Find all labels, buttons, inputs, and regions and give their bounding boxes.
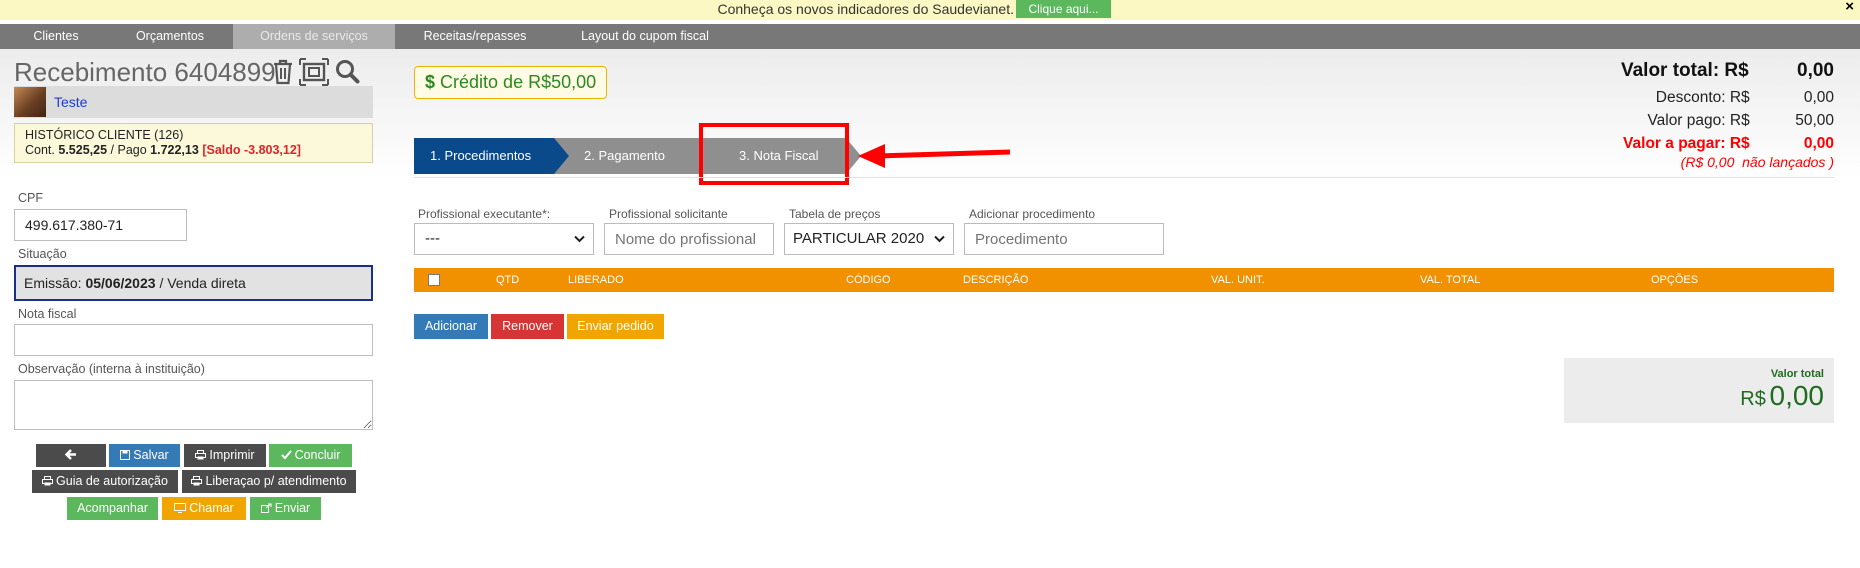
guia-autorizacao-button[interactable]: Guia de autorização bbox=[32, 470, 178, 493]
monitor-icon bbox=[174, 503, 187, 513]
announcement-banner: Conheça os novos indicadores do Saudevia… bbox=[0, 0, 1860, 20]
history-saldo: [Saldo -3.803,12] bbox=[202, 143, 301, 157]
col-val-unit: VAL. UNIT. bbox=[1211, 274, 1265, 286]
tabela-label: Tabela de preços bbox=[789, 207, 881, 221]
desconto-label: Desconto: R$ bbox=[1655, 89, 1750, 106]
totals-panel: Valor total: R$ 0,00 Desconto: R$ 0,00 V… bbox=[1480, 60, 1834, 172]
total-summary-box: Valor total R$ 0,00 bbox=[1564, 358, 1834, 423]
printer-icon bbox=[42, 476, 54, 486]
arrow-left-icon bbox=[64, 449, 76, 460]
observacao-label: Observação (interna à instituição) bbox=[18, 362, 205, 376]
nota-fiscal-input[interactable] bbox=[14, 324, 373, 356]
nav-item-layout-cupom[interactable]: Layout do cupom fiscal bbox=[570, 24, 720, 49]
total-box-value: 0,00 bbox=[1769, 380, 1825, 411]
history-balance: Cont. 5.525,25 / Pago 1.722,13 [Saldo -3… bbox=[25, 143, 301, 157]
printer-icon bbox=[195, 450, 207, 460]
col-opcoes: OPÇÕES bbox=[1651, 274, 1699, 286]
remover-button[interactable]: Remover bbox=[491, 314, 564, 339]
floppy-icon bbox=[120, 450, 131, 460]
highlight-box bbox=[699, 123, 849, 185]
nav-item-orcamentos[interactable]: Orçamentos bbox=[120, 24, 220, 49]
cpf-input[interactable] bbox=[14, 209, 187, 241]
total-box-label: Valor total bbox=[1770, 368, 1824, 380]
chevron-down-icon bbox=[934, 235, 945, 243]
annotation-arrow-icon bbox=[858, 144, 1011, 168]
valor-pagar-label: Valor a pagar: R$ bbox=[1623, 135, 1750, 152]
back-button[interactable] bbox=[36, 444, 106, 467]
history-cont-value: 5.525,25 bbox=[58, 143, 108, 157]
procedures-table-header: QTD LIBERADO CÓDIGO DESCRIÇÃO VAL. UNIT.… bbox=[414, 268, 1834, 292]
banner-cta-button[interactable]: Clique aqui... bbox=[1016, 0, 1111, 18]
nao-lancados-text: (R$ 0,00 não lançados ) bbox=[1680, 154, 1834, 170]
situacao-field[interactable]: Emissão: 05/06/2023 / Venda direta bbox=[14, 265, 373, 301]
printer-icon bbox=[191, 476, 203, 486]
col-qtd: QTD bbox=[496, 274, 520, 286]
history-pago-value: 1.722,13 bbox=[150, 143, 199, 157]
client-bar: Teste bbox=[14, 86, 373, 118]
enviar-button[interactable]: Enviar bbox=[250, 497, 321, 520]
save-button[interactable]: Salvar bbox=[109, 444, 180, 467]
close-icon[interactable]: × bbox=[1845, 0, 1854, 14]
chamar-button[interactable]: Chamar bbox=[162, 497, 246, 520]
select-all-checkbox[interactable] bbox=[428, 274, 440, 286]
avatar bbox=[14, 87, 46, 117]
situacao-label: Situação bbox=[18, 247, 67, 261]
observacao-textarea[interactable] bbox=[14, 380, 373, 430]
banner-text: Conheça os novos indicadores do Saudevia… bbox=[717, 1, 1014, 17]
col-liberado: LIBERADO bbox=[568, 274, 624, 286]
nota-fiscal-label: Nota fiscal bbox=[18, 307, 77, 321]
trash-icon[interactable] bbox=[270, 58, 296, 86]
client-history-panel: HISTÓRICO CLIENTE (126) Cont. 5.525,25 /… bbox=[14, 123, 373, 163]
valor-pago-value: 50,00 bbox=[1795, 112, 1834, 129]
print-button[interactable]: Imprimir bbox=[184, 444, 266, 467]
page-title: Recebimento 6404899 bbox=[14, 57, 276, 87]
col-codigo: CÓDIGO bbox=[846, 274, 891, 286]
cpf-label: CPF bbox=[18, 191, 43, 205]
history-title: HISTÓRICO CLIENTE (126) bbox=[25, 128, 184, 142]
nav-item-receitas-repasses[interactable]: Receitas/repasses bbox=[410, 24, 540, 49]
prof-exec-select[interactable]: --- bbox=[414, 223, 594, 255]
valor-pago-label: Valor pago: R$ bbox=[1647, 112, 1750, 129]
fit-screen-icon[interactable] bbox=[299, 58, 329, 86]
procedimento-input[interactable] bbox=[964, 223, 1164, 255]
dollar-icon: $ bbox=[425, 72, 436, 92]
acompanhar-button[interactable]: Acompanhar bbox=[67, 497, 158, 520]
col-val-total: VAL. TOTAL bbox=[1420, 274, 1481, 286]
liberacao-atendimento-button[interactable]: Liberaçao p/ atendimento bbox=[182, 470, 356, 493]
adicionar-button[interactable]: Adicionar bbox=[414, 314, 488, 339]
prof-sol-input[interactable] bbox=[604, 223, 774, 255]
prof-sol-label: Profissional solicitante bbox=[609, 207, 728, 221]
nav-item-ordens-servicos[interactable]: Ordens de serviços bbox=[233, 24, 395, 49]
client-name-link[interactable]: Teste bbox=[54, 94, 87, 110]
prof-exec-label: Profissional executante*: bbox=[418, 207, 551, 221]
total-box-currency: R$ bbox=[1740, 388, 1766, 410]
concluir-button[interactable]: Concluir bbox=[269, 444, 352, 467]
proc-label: Adicionar procedimento bbox=[969, 207, 1096, 221]
step-procedimentos[interactable]: 1. Procedimentos bbox=[414, 138, 574, 174]
valor-total-label: Valor total: R$ bbox=[1620, 60, 1749, 81]
emissao-date: 05/06/2023 bbox=[85, 275, 156, 291]
nav-item-clientes[interactable]: Clientes bbox=[16, 24, 96, 49]
main-nav: Clientes Orçamentos Ordens de serviços R… bbox=[0, 24, 1860, 49]
divider bbox=[414, 177, 1834, 178]
share-icon bbox=[260, 503, 272, 513]
valor-total-value: 0,00 bbox=[1797, 60, 1834, 81]
credit-badge: $ Crédito de R$50,00 bbox=[414, 66, 607, 99]
chevron-down-icon bbox=[574, 235, 585, 243]
enviar-pedido-button[interactable]: Enviar pedido bbox=[567, 314, 664, 339]
valor-pagar-value: 0,00 bbox=[1803, 135, 1834, 152]
search-icon[interactable] bbox=[334, 58, 360, 86]
venda-type: / Venda direta bbox=[159, 275, 246, 291]
col-descricao: DESCRIÇÃO bbox=[963, 274, 1029, 286]
step-pagamento[interactable]: 2. Pagamento bbox=[554, 138, 719, 174]
tabela-select[interactable]: PARTICULAR 2020 bbox=[784, 223, 954, 255]
desconto-value: 0,00 bbox=[1803, 89, 1834, 106]
check-icon bbox=[280, 450, 292, 460]
